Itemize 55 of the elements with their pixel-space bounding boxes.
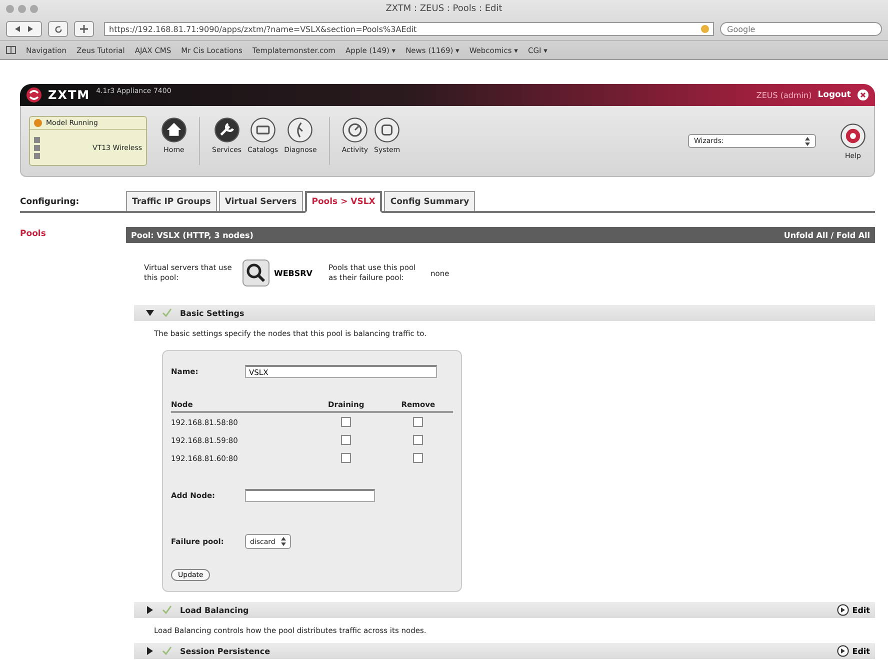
sidebar-item[interactable]: Pools xyxy=(20,227,46,241)
address-field[interactable]: https://192.168.81.71:9090/apps/zxtm/?name=VSLX&section=Pools%3AEdit xyxy=(104,22,714,36)
remove-checkbox[interactable] xyxy=(413,417,424,427)
remove-checkbox[interactable] xyxy=(413,453,424,463)
reload-icon xyxy=(54,24,62,34)
help-icon xyxy=(840,122,866,148)
expand-icon xyxy=(837,604,850,616)
logout-link[interactable]: Logout xyxy=(818,90,851,100)
reload-button[interactable] xyxy=(48,21,68,37)
section-title: Session Persistence xyxy=(180,646,270,656)
pool-title: Pool: VSLX (HTTP, 3 nodes) xyxy=(131,230,254,240)
rss-icon[interactable] xyxy=(701,25,709,33)
wrench-icon xyxy=(214,117,240,143)
section-label: Configuring: xyxy=(20,197,80,209)
box-icon xyxy=(374,117,400,143)
app-logo-text: ZXTM xyxy=(48,88,90,102)
check-icon xyxy=(162,308,172,318)
disclosure-triangle[interactable] xyxy=(146,606,154,614)
stepper-arrows-icon xyxy=(805,136,810,146)
draining-checkbox[interactable] xyxy=(341,435,352,445)
window-controls-icon[interactable] xyxy=(6,5,38,13)
window-title: ZXTM : ZEUS : Pools : Edit xyxy=(386,4,502,14)
draining-checkbox[interactable] xyxy=(341,453,352,463)
edit-button[interactable]: Edit xyxy=(837,645,870,657)
plus-icon xyxy=(80,25,88,33)
section-title: Load Balancing xyxy=(180,606,249,614)
close-icon[interactable] xyxy=(857,89,869,101)
expand-icon xyxy=(837,645,850,657)
check-icon xyxy=(162,605,172,615)
edit-button[interactable]: Edit xyxy=(837,604,870,616)
bookmarks-icon[interactable] xyxy=(6,46,16,54)
search-field[interactable]: Google xyxy=(720,22,882,36)
tab[interactable]: Traffic IP Groups xyxy=(126,191,217,211)
stepper-arrows-icon xyxy=(281,537,286,546)
tab[interactable]: Pools > VSLX xyxy=(304,191,382,213)
home-icon xyxy=(161,117,187,143)
draining-checkbox[interactable] xyxy=(341,417,352,427)
user-label: ZEUS (admin) xyxy=(756,90,812,100)
magnifier-icon xyxy=(242,259,270,287)
disclosure-triangle[interactable] xyxy=(146,309,154,317)
gauge-icon xyxy=(342,117,368,143)
virtual-server-link[interactable]: WEBSRV xyxy=(242,259,312,287)
warning-dot-icon xyxy=(34,119,42,127)
arrows-icon xyxy=(14,25,34,33)
tab[interactable]: Virtual Servers xyxy=(218,191,303,211)
fold-link[interactable]: Unfold All / Fold All xyxy=(784,230,870,240)
add-bookmark-button[interactable] xyxy=(74,21,94,37)
add-node-field[interactable] xyxy=(245,489,375,502)
disclosure-triangle[interactable] xyxy=(146,647,154,655)
section-title: Basic Settings xyxy=(180,308,244,318)
check-icon xyxy=(162,646,172,656)
remove-checkbox[interactable] xyxy=(413,435,424,445)
logo-icon xyxy=(26,87,42,103)
back-forward-button[interactable] xyxy=(6,21,42,37)
tab[interactable]: Config Summary xyxy=(384,191,476,211)
